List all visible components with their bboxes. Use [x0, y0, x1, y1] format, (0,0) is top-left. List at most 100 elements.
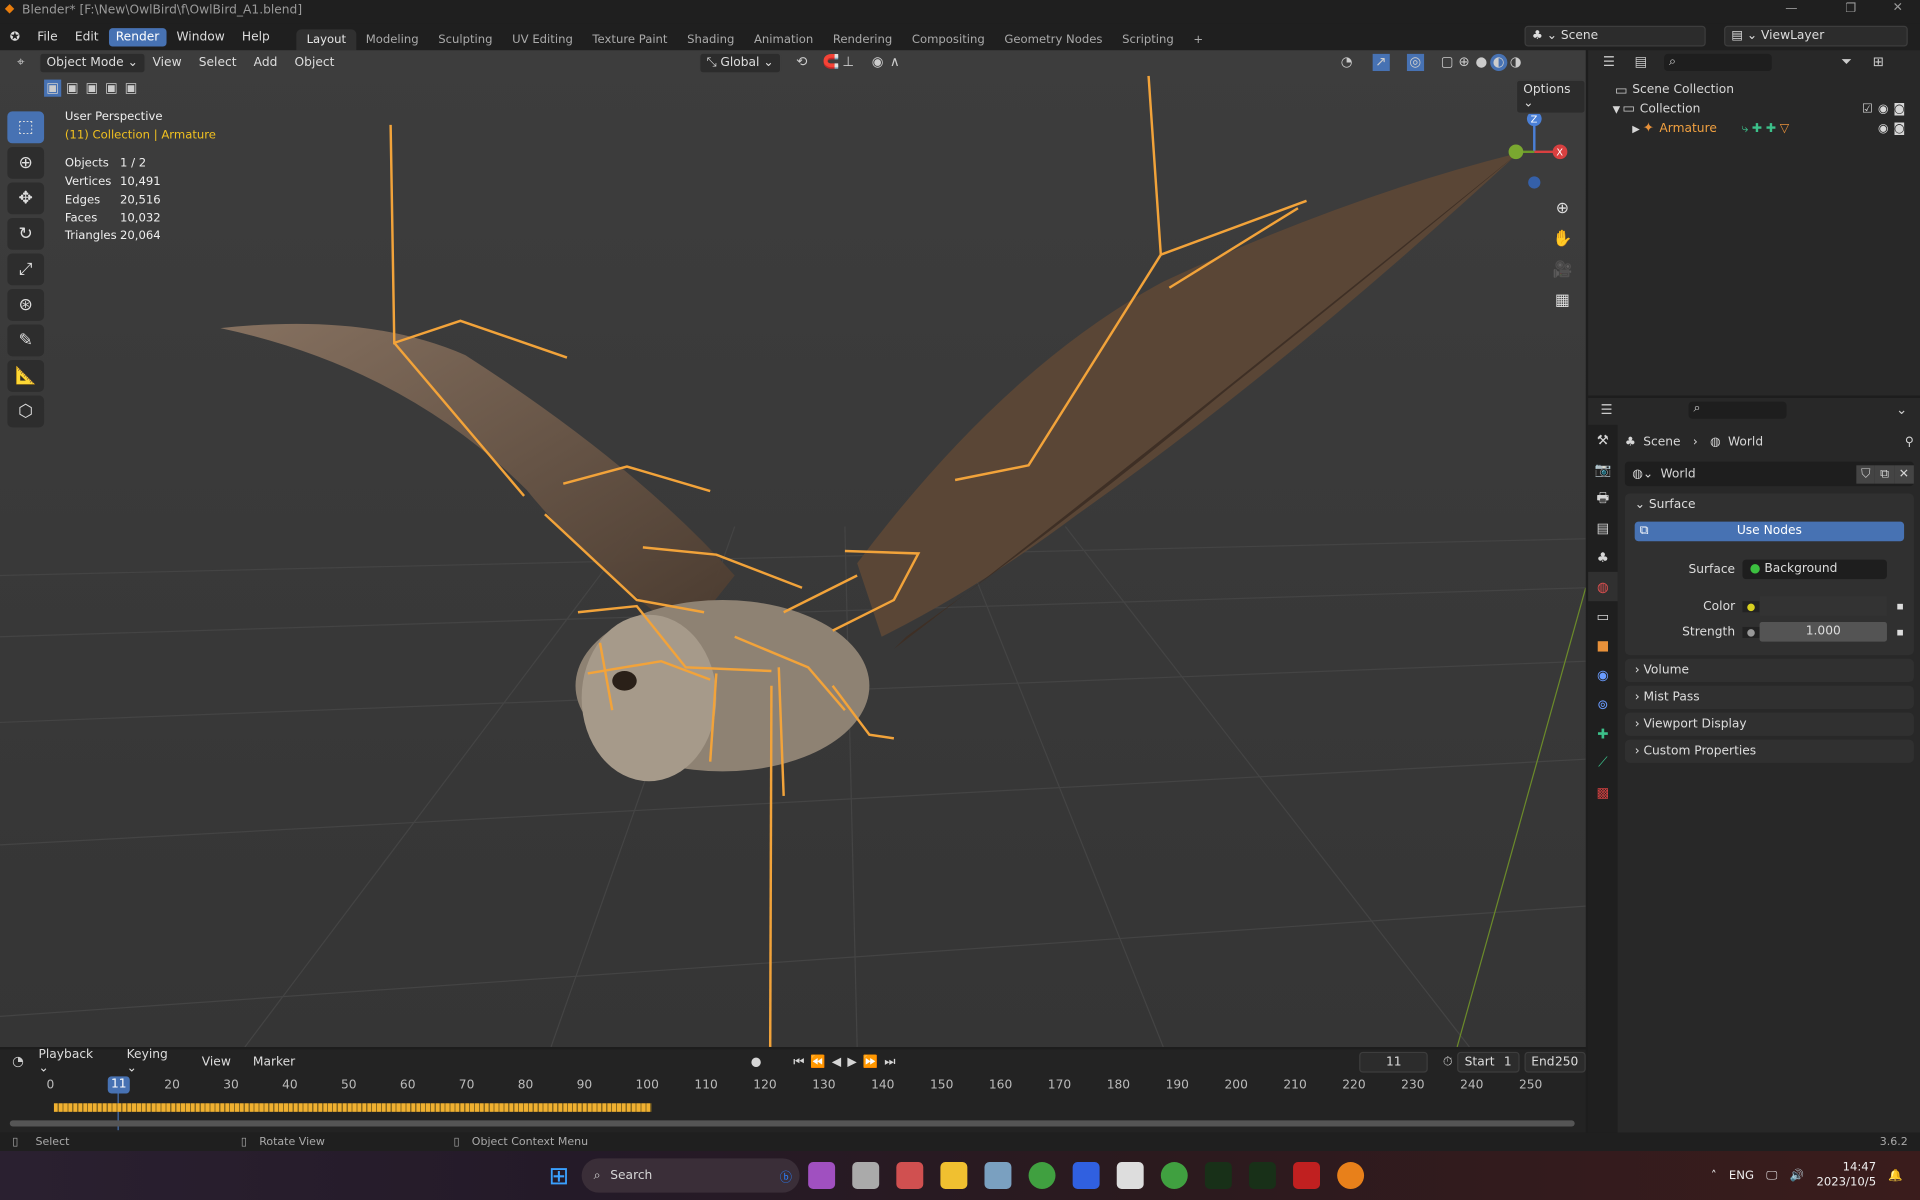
- tab-animation[interactable]: Animation: [744, 29, 823, 50]
- stopwatch-icon[interactable]: ⏱: [1443, 1055, 1453, 1068]
- object-tab-icon[interactable]: ■: [1588, 631, 1617, 660]
- color-swatch[interactable]: [1759, 596, 1887, 616]
- language-indicator[interactable]: ENG: [1729, 1169, 1754, 1182]
- annotate-tool[interactable]: ✎: [7, 324, 45, 357]
- chrome-canary-icon[interactable]: [1160, 1162, 1188, 1189]
- tab-sculpting[interactable]: Sculpting: [428, 29, 502, 50]
- outliner-collection[interactable]: ▼ ▭ Collection ☑◉◙: [1588, 99, 1920, 119]
- editor-type-icon[interactable]: ⌖: [12, 54, 29, 71]
- select-box-tool[interactable]: ⬚: [7, 111, 45, 144]
- chrome-icon[interactable]: [1028, 1162, 1056, 1189]
- keyframe-dot[interactable]: ■: [1897, 628, 1904, 637]
- copilot-icon[interactable]: [807, 1162, 835, 1189]
- rendered-shading-icon[interactable]: ◑: [1507, 54, 1524, 71]
- menu-view[interactable]: View: [145, 53, 189, 71]
- menu-add[interactable]: Add: [246, 53, 284, 71]
- transform-tool[interactable]: ⊛: [7, 288, 45, 321]
- proportional-edit-icon[interactable]: ◉: [869, 54, 886, 71]
- output-tab-icon[interactable]: 🖶: [1588, 484, 1617, 513]
- volume-icon[interactable]: 🔊: [1790, 1169, 1805, 1182]
- fake-user-icon[interactable]: ⛉: [1856, 464, 1876, 484]
- keyframes-track[interactable]: [53, 1103, 652, 1112]
- tool-tab-icon[interactable]: ⚒: [1588, 425, 1617, 454]
- select-extend-icon[interactable]: ▣: [64, 80, 81, 97]
- menu-help[interactable]: Help: [235, 28, 278, 46]
- texture-tab-icon[interactable]: ▩: [1588, 778, 1617, 807]
- select-invert-icon[interactable]: ▣: [103, 80, 120, 97]
- measure-tool[interactable]: 📐: [7, 360, 45, 392]
- filter-icon[interactable]: ⏷: [1838, 54, 1855, 71]
- world-icon[interactable]: ◍⌄: [1625, 467, 1661, 480]
- constraints-tab-icon[interactable]: ⊚: [1588, 689, 1617, 718]
- scale-tool[interactable]: ⤢: [7, 253, 45, 286]
- end-frame-field[interactable]: End 250: [1523, 1051, 1586, 1073]
- visibility-icon[interactable]: ◔: [1338, 54, 1355, 71]
- physics-tab-icon[interactable]: ◉: [1588, 660, 1617, 689]
- outliner-scene-collection[interactable]: ▭ Scene Collection: [1588, 75, 1920, 99]
- scene-selector[interactable]: ♣ ⌄ Scene: [1524, 25, 1706, 47]
- pan-hand-icon[interactable]: ✋: [1550, 224, 1574, 255]
- snap-target-icon[interactable]: ⊥: [840, 54, 857, 71]
- unlink-icon[interactable]: ✕: [1893, 464, 1914, 484]
- menu-window[interactable]: Window: [169, 28, 232, 46]
- menu-marker[interactable]: Marker: [246, 1052, 303, 1070]
- xray-icon[interactable]: ▢: [1438, 54, 1455, 71]
- photos-icon[interactable]: [984, 1162, 1012, 1189]
- use-nodes-button[interactable]: ⧉ Use Nodes: [1634, 521, 1905, 542]
- maximize-button[interactable]: ❐: [1845, 2, 1856, 15]
- clock[interactable]: 14:47 2023/10/5: [1816, 1161, 1876, 1190]
- menu-file[interactable]: File: [30, 28, 65, 46]
- frame-ruler[interactable]: 0 20 30 40 50 60 70 80 90 100 110 120 130 140 150 160 17…: [0, 1076, 1586, 1096]
- overlay-toggle-icon[interactable]: ◎: [1406, 53, 1424, 72]
- falloff-icon[interactable]: ∧: [886, 54, 903, 71]
- armature-data-tab-icon[interactable]: ✚: [1588, 719, 1617, 748]
- zoom-icon[interactable]: ⊕: [1550, 193, 1574, 224]
- menu-render[interactable]: Render: [108, 27, 167, 46]
- options-chevron-icon[interactable]: ⌄: [1893, 402, 1910, 419]
- object-visibility-toggles[interactable]: ◉◙: [1878, 122, 1910, 135]
- pivot-icon[interactable]: ⟲: [793, 54, 810, 71]
- menu-view[interactable]: View: [194, 1052, 238, 1070]
- outliner-armature[interactable]: ▶ ✦ Armature ⤷✚✚▽ ◉◙: [1588, 119, 1920, 139]
- tab-texture-paint[interactable]: Texture Paint: [583, 29, 678, 50]
- view-layer-tab-icon[interactable]: ▤: [1588, 513, 1617, 542]
- app-icon[interactable]: [1204, 1162, 1232, 1189]
- snap-icon[interactable]: 🧲: [823, 54, 840, 71]
- cursor-tool[interactable]: ⊕: [7, 146, 45, 179]
- keyframe-dot[interactable]: ■: [1897, 602, 1904, 611]
- current-frame-field[interactable]: 11: [1359, 1051, 1429, 1073]
- tray-chevron-icon[interactable]: ˄: [1711, 1169, 1717, 1182]
- select-subtract-icon[interactable]: ▣: [83, 80, 100, 97]
- properties-search-input[interactable]: ⌕: [1688, 401, 1787, 419]
- display-mode-icon[interactable]: ☰: [1600, 54, 1617, 71]
- surface-shader-field[interactable]: ● Background: [1742, 559, 1887, 580]
- expand-arrow-icon[interactable]: ▼: [1613, 103, 1621, 114]
- editor-type-icon[interactable]: ☰: [1598, 402, 1615, 419]
- tab-scripting[interactable]: Scripting: [1112, 29, 1183, 50]
- acrobat-icon[interactable]: [1292, 1162, 1320, 1189]
- expand-arrow-icon[interactable]: ▶: [1632, 123, 1640, 134]
- playhead-frame-label[interactable]: 11: [107, 1076, 130, 1094]
- app-icon[interactable]: [1248, 1162, 1276, 1189]
- menu-edit[interactable]: Edit: [68, 28, 106, 46]
- auto-keying-icon[interactable]: ●: [751, 1055, 762, 1068]
- tab-geometry-nodes[interactable]: Geometry Nodes: [995, 29, 1113, 50]
- options-dropdown[interactable]: Options ⌄: [1515, 79, 1586, 114]
- world-datablock-selector[interactable]: ◍⌄ World ⛉ ⧉ ✕: [1624, 461, 1914, 487]
- tab-layout[interactable]: Layout: [296, 29, 356, 51]
- menu-select[interactable]: Select: [191, 53, 243, 71]
- world-tab-icon[interactable]: ◍: [1588, 571, 1618, 602]
- tab-shading[interactable]: Shading: [677, 29, 744, 50]
- tab-modeling[interactable]: Modeling: [356, 29, 429, 50]
- timeline-scrollbar[interactable]: [9, 1120, 1575, 1127]
- custom-properties-panel[interactable]: › Custom Properties: [1624, 739, 1914, 763]
- snipping-tool-icon[interactable]: [1116, 1162, 1144, 1189]
- render-tab-icon[interactable]: 📷: [1588, 454, 1617, 483]
- playback-controls[interactable]: ⏮⏪◀▶⏩⏭: [793, 1055, 901, 1068]
- add-cube-tool[interactable]: ⬡: [7, 395, 45, 428]
- close-button[interactable]: ✕: [1893, 1, 1903, 14]
- menu-keying[interactable]: Keying ⌄: [119, 1046, 187, 1078]
- new-collection-icon[interactable]: ⊞: [1870, 54, 1887, 71]
- menu-playback[interactable]: Playback ⌄: [31, 1046, 112, 1078]
- outliner-search-input[interactable]: ⌕: [1664, 53, 1772, 72]
